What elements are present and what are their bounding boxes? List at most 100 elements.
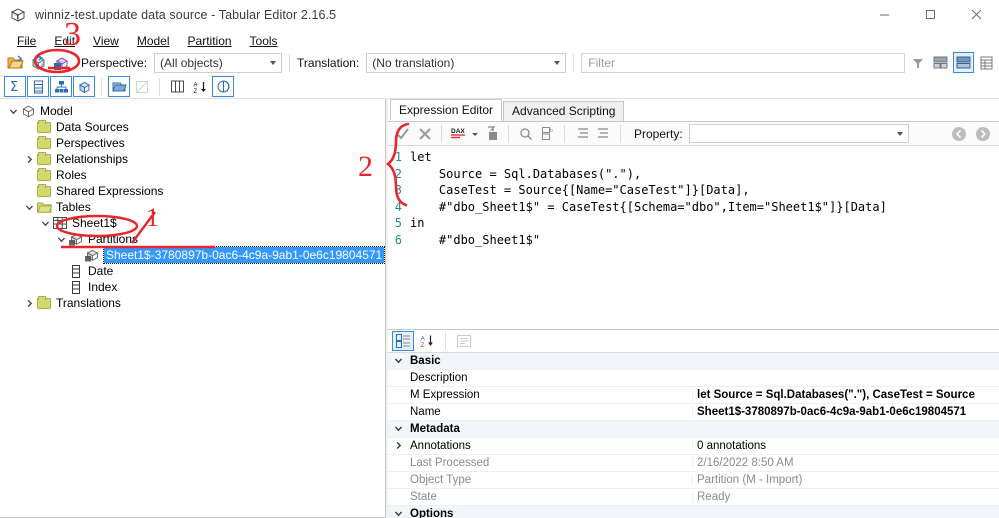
chevron-down-icon[interactable]: [388, 509, 408, 518]
chevron-down-icon[interactable]: [388, 424, 408, 435]
minimize-button[interactable]: [861, 0, 907, 30]
accept-check-icon[interactable]: [392, 124, 413, 144]
tab-expression-editor[interactable]: Expression Editor: [390, 99, 503, 121]
property-pages-icon[interactable]: [453, 331, 475, 351]
property-row[interactable]: M Expression let Source = Sql.Databases("…: [388, 387, 999, 404]
properties-panel-icon[interactable]: [976, 52, 997, 73]
tree-node-roles[interactable]: Roles: [0, 167, 385, 183]
relationship-icon[interactable]: [131, 76, 153, 97]
tree-node-sheet1-3780897b-0ac6-4c9a-9ab1-0e6c19804571[interactable]: Sheet1$-3780897b-0ac6-4c9a-9ab1-0e6c1980…: [0, 246, 385, 264]
menu-file[interactable]: File: [8, 32, 45, 50]
window-title: winniz-test.update data source - Tabular…: [35, 7, 337, 22]
menu-edit[interactable]: Edit: [45, 32, 84, 50]
filter-input[interactable]: Filter: [581, 52, 905, 73]
display-folder-icon[interactable]: [166, 76, 188, 97]
property-row[interactable]: Annotations 0 annotations: [388, 438, 999, 455]
chevron-down-icon: [896, 131, 903, 136]
indent-icon[interactable]: [571, 124, 592, 144]
menu-view[interactable]: View: [84, 32, 128, 50]
maximize-button[interactable]: [907, 0, 953, 30]
toolbar-separator-2: [573, 53, 575, 72]
chevron-down-icon[interactable]: [22, 199, 36, 215]
deploy-toolbar-icon[interactable]: [51, 52, 72, 73]
property-row[interactable]: Object Type Partition (M - Import): [388, 472, 999, 489]
chevron-down-icon[interactable]: [6, 103, 20, 119]
property-category-row[interactable]: Options: [388, 506, 999, 518]
chevron-right-icon[interactable]: [22, 295, 36, 311]
sort-az-icon[interactable]: A Z: [189, 76, 211, 97]
tree-node-label: Roles: [56, 168, 87, 182]
property-value[interactable]: Ready: [692, 491, 999, 503]
tree-node-index[interactable]: Index: [0, 279, 385, 295]
cancel-x-icon[interactable]: [414, 124, 435, 144]
property-value[interactable]: 0 annotations: [692, 440, 999, 452]
property-row[interactable]: Name Sheet1$-3780897b-0ac6-4c9a-9ab1-0e6c…: [388, 404, 999, 421]
close-button[interactable]: [953, 0, 999, 30]
property-value[interactable]: Sheet1$-3780897b-0ac6-4c9a-9ab1-0e6c1980…: [692, 406, 999, 418]
menu-tools[interactable]: Tools: [241, 32, 287, 50]
property-combo[interactable]: [688, 124, 909, 143]
property-value[interactable]: Partition (M - Import): [692, 474, 999, 486]
object-explorer-pane: Model Data Sources Perspectives Relationshi…: [0, 99, 386, 518]
tree-node-data-sources[interactable]: Data Sources: [0, 119, 385, 135]
tree-node-date[interactable]: Date: [0, 263, 385, 279]
property-category-row[interactable]: Metadata: [388, 421, 999, 438]
dax-format-dropdown-icon[interactable]: [470, 124, 480, 144]
filter-funnel-icon[interactable]: [907, 52, 928, 73]
chevron-right-icon[interactable]: [388, 441, 408, 452]
property-row[interactable]: Description: [388, 370, 999, 387]
save-model-icon[interactable]: [28, 52, 49, 73]
expression-separator-3: [564, 124, 565, 143]
menu-model[interactable]: Model: [128, 32, 179, 50]
categorized-view-icon[interactable]: [392, 331, 414, 351]
calculated-table-icon[interactable]: [73, 76, 95, 97]
chevron-down-icon[interactable]: [54, 231, 68, 247]
tree-node-perspectives[interactable]: Perspectives: [0, 135, 385, 151]
tab-advanced-scripting[interactable]: Advanced Scripting: [503, 101, 625, 121]
column-icon[interactable]: [27, 76, 49, 97]
layout-horizontal-icon[interactable]: [930, 52, 951, 73]
tree-node-sheet1[interactable]: Sheet1$: [0, 215, 385, 231]
tree-node-relationships[interactable]: Relationships: [0, 151, 385, 167]
tree-node-model[interactable]: Model: [0, 103, 385, 119]
forward-arrow-icon[interactable]: [972, 124, 993, 144]
alphabetical-sort-icon[interactable]: A Z: [416, 331, 438, 351]
measure-sigma-icon[interactable]: Σ: [4, 76, 26, 97]
expression-separator-4: [620, 124, 621, 143]
outdent-icon[interactable]: [593, 124, 614, 144]
paste-script-icon[interactable]: [481, 124, 502, 144]
chevron-down-icon[interactable]: [388, 356, 408, 367]
column-icon: [68, 279, 84, 295]
code-line: let: [410, 150, 432, 164]
property-value[interactable]: let Source = Sql.Databases("."), CaseTes…: [692, 389, 999, 401]
property-category-row[interactable]: Basic: [388, 353, 999, 370]
find-icon[interactable]: [515, 124, 536, 144]
tree-node-label: Data Sources: [56, 120, 129, 134]
properties-pane: A Z Basic Description M Expression let S…: [388, 330, 999, 518]
menu-partition[interactable]: Partition: [179, 32, 241, 50]
perspective-combo[interactable]: (All objects): [154, 52, 283, 73]
open-file-icon[interactable]: [5, 52, 26, 73]
partition-icon[interactable]: [108, 76, 130, 97]
properties-grid[interactable]: Basic Description M Expression let Source =…: [388, 353, 999, 518]
tree-node-shared-expressions[interactable]: Shared Expressions: [0, 183, 385, 199]
tree-node-tables[interactable]: Tables: [0, 199, 385, 215]
replace-icon[interactable]: b: [537, 124, 558, 144]
expression-code-editor[interactable]: 1 2 3 4 5 6 let Source = Sql.Databases("."), …: [388, 146, 999, 330]
hierarchy-icon[interactable]: [50, 76, 72, 97]
chevron-down-icon[interactable]: [38, 215, 52, 231]
dax-format-icon[interactable]: DAX: [448, 124, 469, 144]
tree-node-partitions[interactable]: Partitions: [0, 231, 385, 247]
property-name: Last Processed: [410, 457, 490, 469]
layout-vertical-icon[interactable]: [953, 52, 974, 73]
property-value[interactable]: 2/16/2022 8:50 AM: [692, 457, 999, 469]
property-row[interactable]: State Ready: [388, 489, 999, 506]
translation-combo[interactable]: (No translation): [366, 52, 567, 73]
property-row[interactable]: Last Processed 2/16/2022 8:50 AM: [388, 455, 999, 472]
perspectives-icon[interactable]: [212, 76, 234, 97]
tree-node-translations[interactable]: Translations: [0, 295, 385, 311]
folder-icon: [36, 119, 52, 135]
back-arrow-icon[interactable]: [948, 124, 969, 144]
chevron-right-icon[interactable]: [22, 151, 36, 167]
